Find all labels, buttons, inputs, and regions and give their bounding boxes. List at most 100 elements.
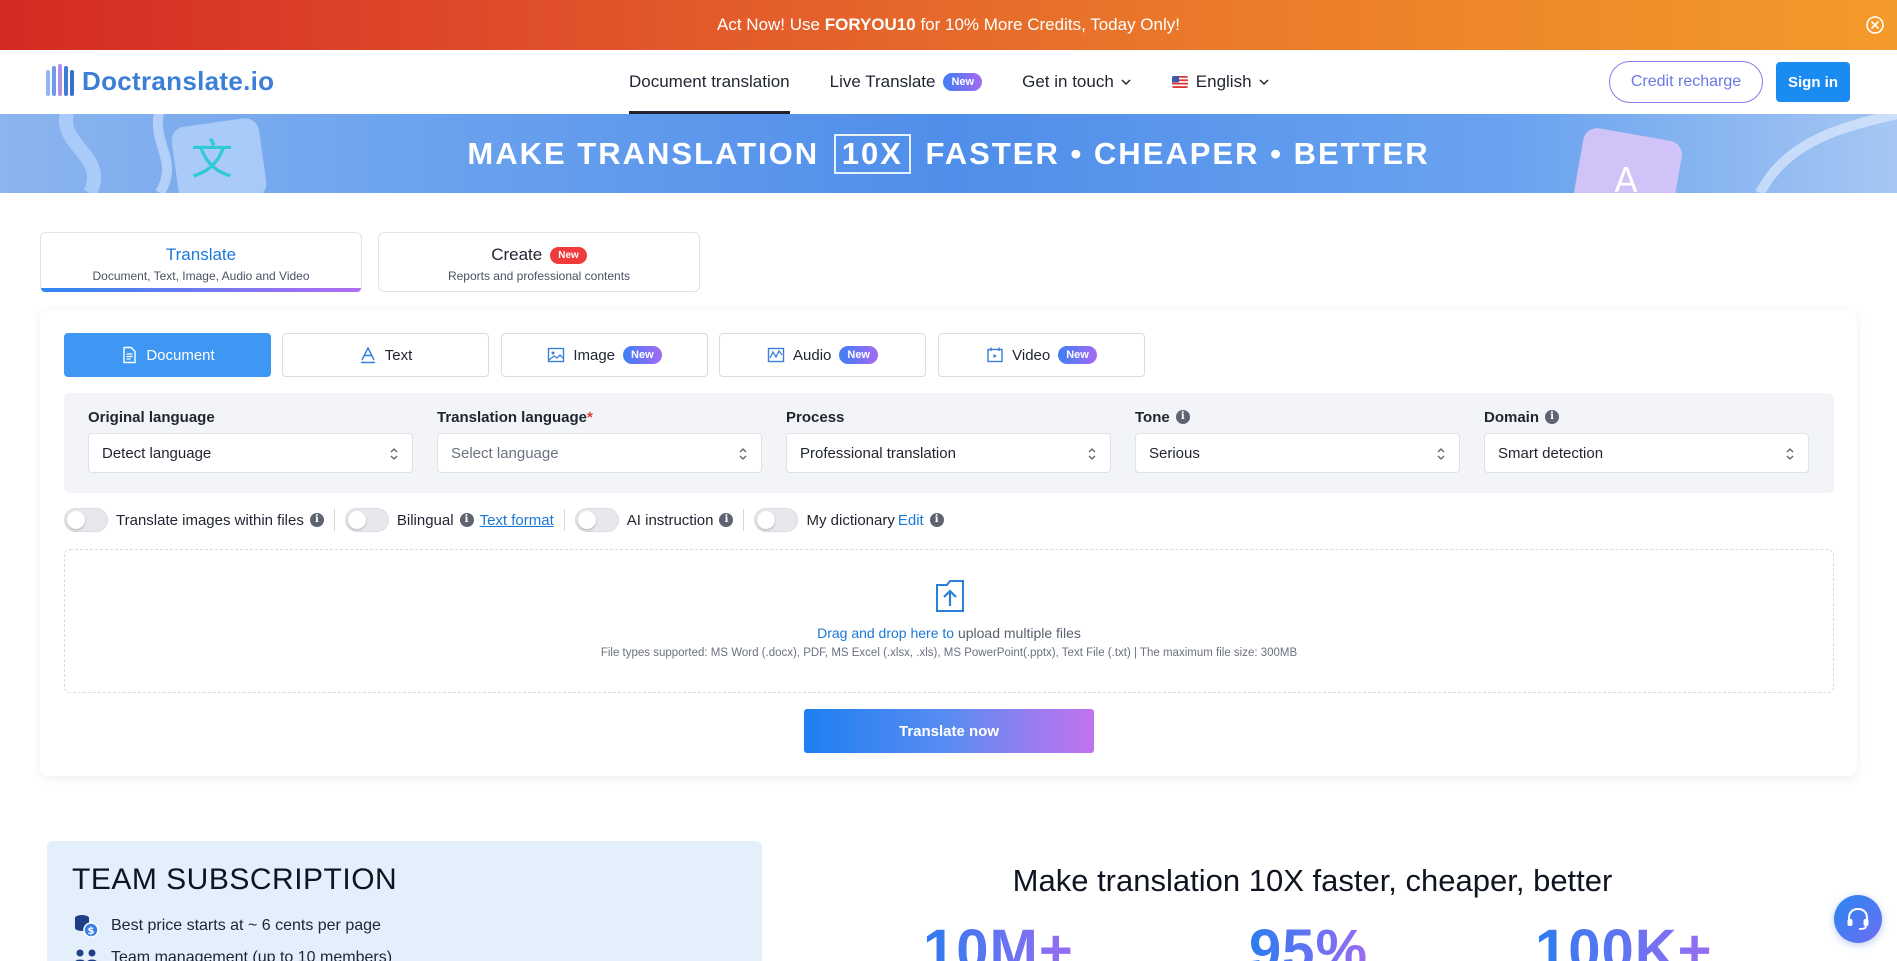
promo-bar: Act Now! Use FORYOU10 for 10% More Credi… (0, 0, 1897, 50)
coins-dollar-icon: $ (75, 915, 99, 938)
promo-banner[interactable]: 文 A MAKE TRANSLATION 10X FASTER • CHEAPE… (0, 114, 1897, 193)
feature-text: Best price starts at ~ 6 cents per page (111, 917, 381, 934)
svg-text:$: $ (88, 926, 95, 937)
translation-language-select[interactable]: Select language (437, 433, 762, 473)
updown-chevron-icon (390, 448, 398, 460)
domain-select[interactable]: Smart detection (1484, 433, 1809, 473)
text-format-link[interactable]: Text format (480, 512, 554, 529)
select-placeholder: Select language (451, 444, 559, 462)
updown-chevron-icon (739, 448, 747, 460)
supported-file-types: File types supported: MS Word (.docx), P… (600, 647, 1298, 659)
team-subscription-card: TEAM SUBSCRIPTION $ Best price starts at… (47, 841, 762, 961)
upload-icon (936, 580, 964, 612)
logo-text: Doctranslate.io (82, 65, 275, 96)
price-feature: $ Best price starts at ~ 6 cents per pag… (73, 914, 381, 938)
field-label: Process (786, 408, 845, 426)
sub-tab-text[interactable]: Text (282, 333, 489, 377)
tab-subtitle: Reports and professional contents (447, 269, 631, 283)
tone-field: Tone i Serious (1135, 407, 1460, 473)
nav-live-translate[interactable]: Live Translate New (830, 50, 983, 114)
text-format-icon (360, 346, 375, 364)
ai-instruction-toggle[interactable] (574, 508, 619, 532)
divider (333, 509, 335, 531)
original-language-select[interactable]: Detect language (88, 433, 413, 473)
sub-tab-image[interactable]: Image New (501, 333, 708, 377)
logo[interactable]: Doctranslate.io (46, 62, 274, 100)
process-select[interactable]: Professional translation (786, 433, 1111, 473)
tab-create[interactable]: Create New Reports and professional conte… (378, 232, 700, 292)
new-badge: New (1058, 346, 1097, 364)
tone-select[interactable]: Serious (1135, 433, 1460, 473)
edit-dictionary-link[interactable]: Edit (898, 512, 924, 529)
promo-text: Act Now! Use FORYOU10 for 10% More Credi… (717, 15, 1180, 34)
info-icon[interactable]: i (459, 513, 474, 527)
close-icon[interactable] (1865, 15, 1885, 35)
updown-chevron-icon (1088, 448, 1096, 460)
team-management-feature: Team management (up to 10 members) (73, 948, 392, 961)
info-icon[interactable]: i (309, 513, 324, 527)
stat-documents: 10M+ (923, 917, 1074, 961)
image-icon (548, 347, 565, 363)
info-icon[interactable]: i (1175, 410, 1190, 424)
sub-tab-video[interactable]: Video New (938, 333, 1145, 377)
tab-title: Translate (165, 245, 237, 264)
tab-title: Create (491, 245, 543, 264)
headset-icon (1847, 907, 1869, 930)
users-icon (75, 949, 97, 961)
translate-panel: Document Text Image New Audio New Video (40, 310, 1857, 776)
translate-now-button[interactable]: Translate now (804, 709, 1094, 753)
us-flag-icon (1171, 76, 1188, 88)
file-drop-zone[interactable]: Drag and drop here to upload multiple fi… (64, 549, 1834, 693)
stat-users: 100K+ (1535, 917, 1713, 961)
sub-tab-label: Video (1012, 346, 1051, 364)
video-icon (987, 347, 1003, 363)
support-chat-button[interactable] (1834, 895, 1882, 943)
new-badge: New (623, 346, 662, 364)
sub-tab-label: Image (573, 346, 616, 364)
divider (563, 509, 565, 531)
new-badge: New (943, 73, 983, 91)
language-label: English (1195, 72, 1252, 91)
bilingual-toggle[interactable] (344, 508, 389, 532)
translation-language-field: Translation language * Select language (437, 407, 762, 473)
domain-field: Domain i Smart detection (1484, 407, 1809, 473)
process-field: Process Professional translation (786, 407, 1111, 473)
info-icon[interactable]: i (1545, 410, 1560, 424)
site-header: Doctranslate.io Document translation Liv… (0, 50, 1897, 114)
field-label: Translation language * (437, 408, 593, 426)
field-label: Original language (88, 408, 215, 426)
select-value: Detect language (102, 444, 212, 462)
select-value: Serious (1149, 444, 1200, 462)
new-badge: New (550, 246, 587, 264)
translate-images-toggle[interactable] (64, 508, 108, 532)
language-selector[interactable]: English (1171, 50, 1270, 114)
toggle-row: Translate images within files i Bilingua… (64, 506, 944, 534)
feature-text: Team management (up to 10 members) (111, 949, 393, 961)
main-nav: Document translation Live Translate New … (629, 50, 1310, 114)
stats-headline: Make translation 10X faster, cheaper, be… (1012, 863, 1613, 898)
original-language-field: Original language Detect language (88, 407, 413, 473)
nav-document-translation[interactable]: Document translation (629, 50, 790, 114)
tab-translate[interactable]: Translate Document, Text, Image, Audio a… (40, 232, 362, 292)
sub-tab-label: Text (384, 346, 413, 364)
upload-instruction: Drag and drop here to upload multiple fi… (817, 625, 1081, 641)
nav-label: Document translation (629, 72, 790, 91)
sign-in-button[interactable]: Sign in (1776, 62, 1850, 102)
info-icon[interactable]: i (929, 513, 944, 527)
sub-tab-audio[interactable]: Audio New (719, 333, 926, 377)
sub-tab-document[interactable]: Document (64, 333, 271, 377)
chevron-down-icon (1121, 79, 1131, 86)
audio-icon (767, 347, 785, 363)
nav-label: Get in touch (1022, 72, 1114, 91)
credit-recharge-button[interactable]: Credit recharge (1609, 61, 1763, 103)
info-icon[interactable]: i (719, 513, 734, 527)
divider (743, 509, 745, 531)
toggle-label: Translate images within files (116, 511, 304, 529)
nav-get-in-touch[interactable]: Get in touch (1022, 50, 1132, 114)
new-badge: New (839, 346, 878, 364)
team-subscription-title: TEAM SUBSCRIPTION (72, 863, 398, 896)
field-label: Tone i (1135, 407, 1460, 427)
translation-options: Original language Detect language Transl… (64, 393, 1834, 493)
stat-accuracy: 95% (1249, 917, 1368, 961)
my-dictionary-toggle[interactable] (754, 508, 799, 532)
